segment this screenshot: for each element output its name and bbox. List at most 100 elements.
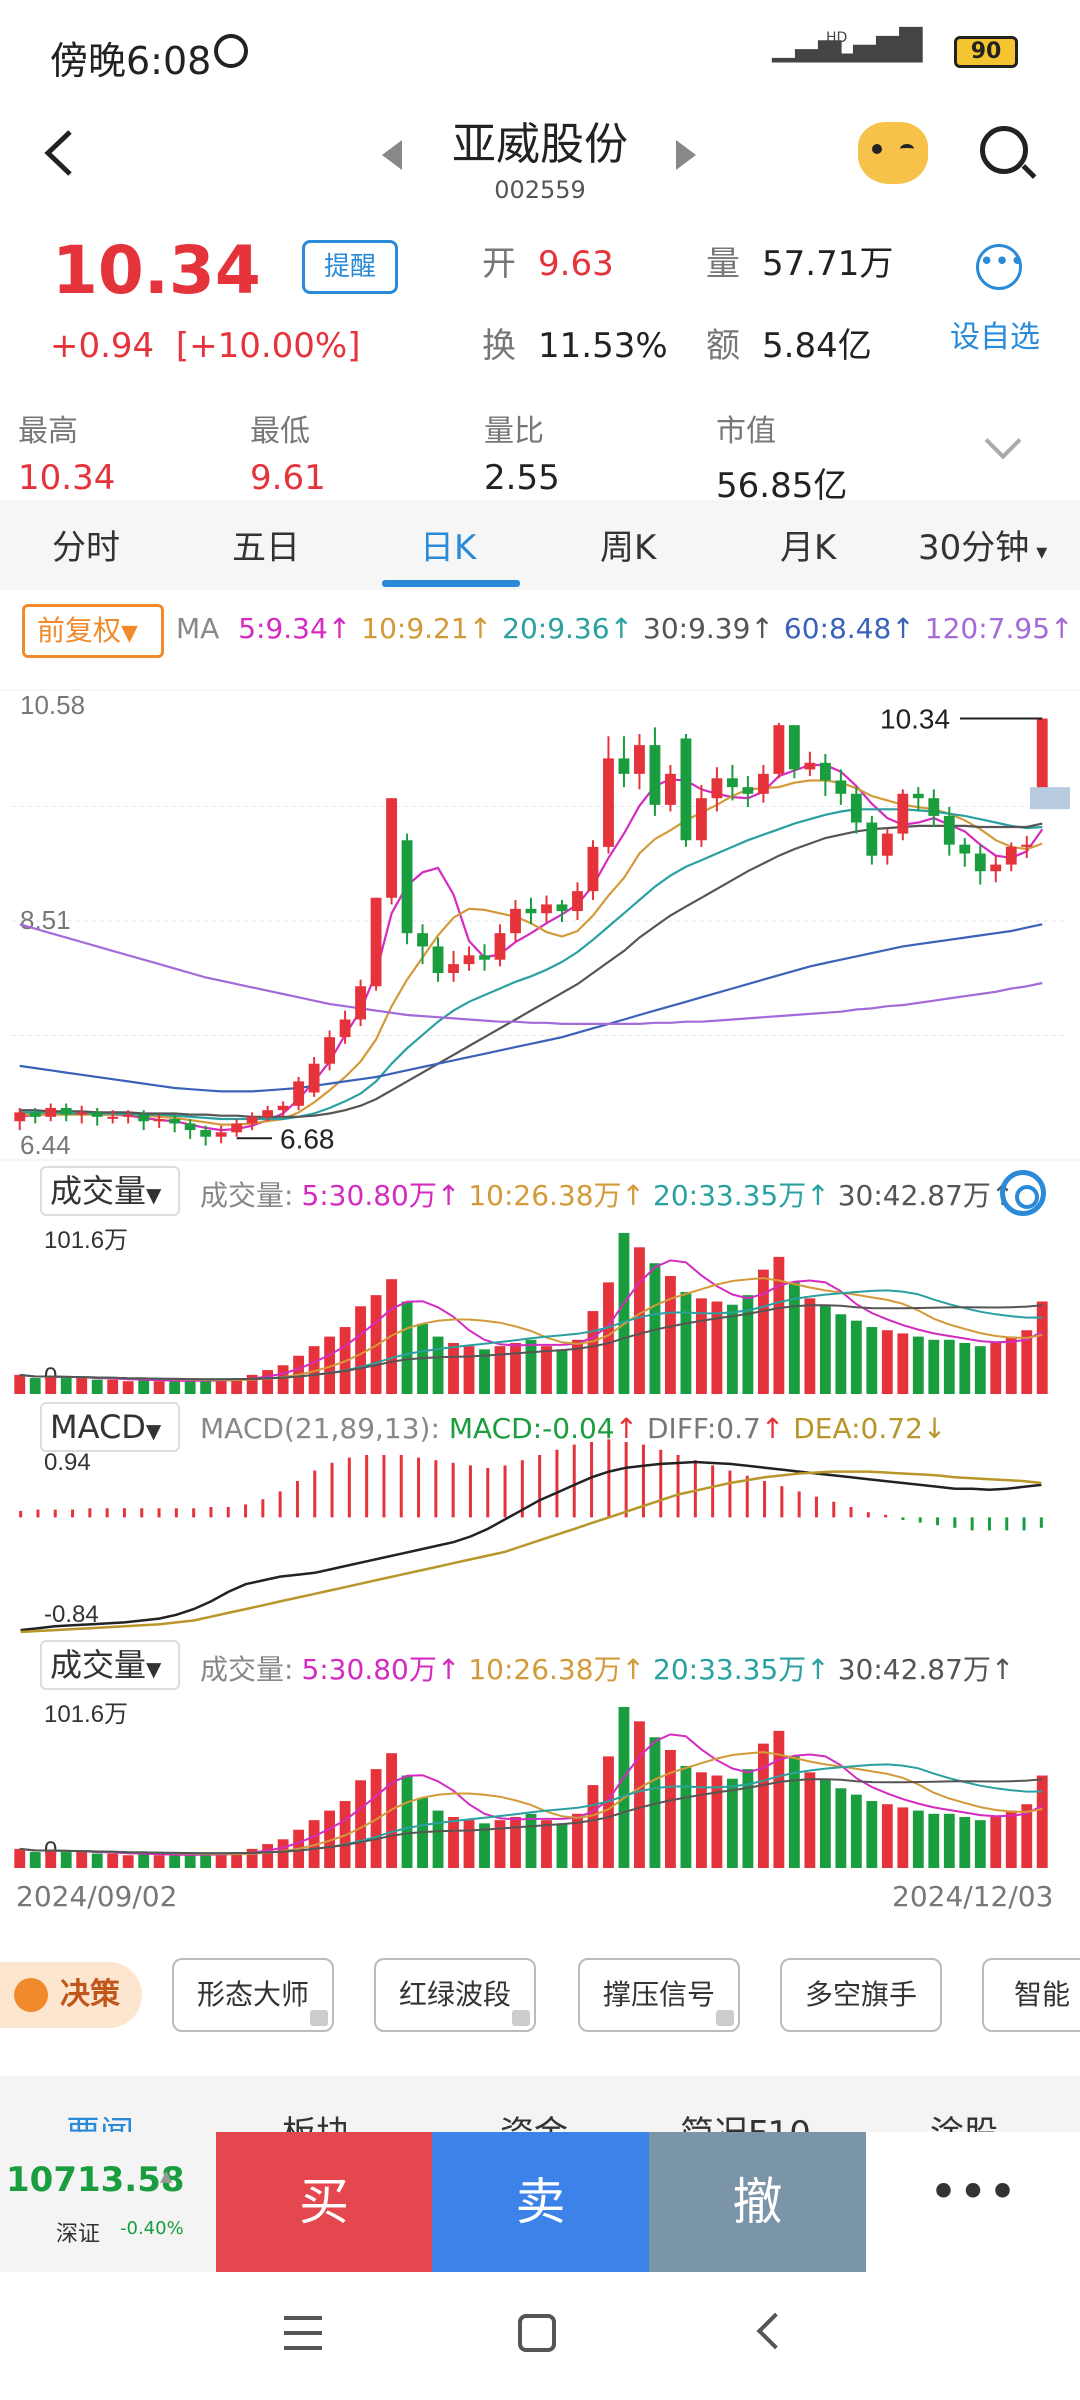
more-button[interactable]: ••• (866, 2132, 1080, 2272)
macd-hist-bar (693, 1460, 697, 1518)
candle-body (835, 780, 847, 794)
volume-panel-2-bar (866, 1801, 878, 1868)
candle-body (386, 798, 397, 898)
candle-body (974, 853, 986, 872)
volume-panel-bar (881, 1330, 893, 1394)
chip-red-green-band[interactable]: 红绿波段 (374, 1958, 536, 2032)
stat-low: 最低 9.61 (250, 414, 326, 498)
ma-line-ma120 (19, 923, 1043, 1025)
ma-legend-item: 20:9.36↑ (502, 612, 634, 645)
battery-icon: 90 (954, 36, 1018, 68)
next-stock-icon[interactable] (676, 140, 696, 170)
candle-body (866, 822, 878, 856)
chip-pattern-master[interactable]: 形态大师 (172, 1958, 334, 2032)
tab-daily-k[interactable]: 日K (420, 520, 476, 569)
candle-body (990, 864, 1002, 872)
candle-body (417, 933, 428, 947)
tab-monthly-k[interactable]: 月K (780, 520, 836, 569)
volume-panel-bar (448, 1342, 459, 1394)
lock-icon (512, 2010, 530, 2026)
prev-stock-icon[interactable] (382, 140, 402, 170)
stat-market-cap: 市值 56.85亿 (716, 414, 848, 506)
volume-panel-2-bar (850, 1794, 862, 1868)
volume-legend-item: 10:26.38万↑ (468, 1179, 645, 1212)
volume-panel-2-bar (14, 1848, 26, 1868)
volume-panel-2-bar (587, 1785, 599, 1868)
volume-panel-bar (153, 1381, 165, 1394)
candle-body (742, 787, 754, 794)
volume-panel-bar (122, 1381, 134, 1394)
candle-body (572, 891, 583, 912)
cancel-order-button[interactable]: 撤 (649, 2132, 866, 2272)
candle-body (293, 1081, 305, 1106)
chip-support-pressure[interactable]: 撑压信号 (578, 1958, 740, 2032)
volume-panel-2-bar (819, 1778, 831, 1868)
tab-weekly-k[interactable]: 周K (600, 520, 656, 569)
volume-legend-item: 10:26.38万↑ (468, 1653, 645, 1686)
tab-five-day[interactable]: 五日 (232, 520, 300, 569)
volume-panel-bar (866, 1327, 878, 1394)
volume-panel-bar (200, 1379, 212, 1394)
ma-legend-item: 120:7.95↑ (924, 612, 1074, 645)
search-icon[interactable] (980, 126, 1028, 174)
volume-panel-bar (850, 1320, 862, 1394)
mascot-icon[interactable] (858, 122, 928, 184)
volume-panel-bar (1036, 1301, 1048, 1394)
ma-line-ma20 (19, 808, 1043, 1121)
volume-panel-bar (680, 1291, 692, 1394)
candle-body (634, 745, 645, 774)
macd-hist-bar (53, 1509, 57, 1518)
volume-panel-bar (556, 1349, 568, 1394)
sell-button[interactable]: 卖 (432, 2132, 649, 2272)
candle-body (432, 946, 444, 973)
volume-panel-bar (773, 1256, 785, 1394)
macd-hist-bar (987, 1517, 991, 1531)
macd-hist-bar (763, 1480, 767, 1518)
candle-body (277, 1105, 289, 1111)
volume-panel-bar (1005, 1336, 1017, 1394)
date-start: 2024/09/02 (16, 1880, 178, 1913)
menu-icon[interactable] (284, 2316, 322, 2350)
macd-hist-bar (174, 1508, 178, 1518)
remind-button[interactable]: 提醒 (302, 240, 398, 294)
volume-panel-2-bar (928, 1813, 940, 1868)
volume-indicator-dropdown-2[interactable]: 成交量▼ (40, 1640, 180, 1690)
add-watchlist-button[interactable]: 设自选 (950, 312, 1040, 356)
decision-button[interactable]: 决策 (0, 1962, 142, 2028)
volume-panel-2-bar (943, 1813, 955, 1868)
macd-hist-bar (330, 1462, 334, 1518)
buy-button[interactable]: 买 (216, 2132, 432, 2272)
candle-body (339, 1019, 351, 1038)
tab-minute-dropdown[interactable]: 30分钟 ▾ (918, 520, 1047, 569)
ma-legend-item: 30:9.39↑ (643, 612, 774, 645)
volume-panel-2-bar (1036, 1775, 1048, 1868)
kline-chart[interactable]: 10.588.516.4410.346.68101.6万0101.6万00.94… (0, 672, 1080, 1912)
macd-hist-bar (1039, 1517, 1043, 1528)
home-icon[interactable] (518, 2314, 556, 2352)
candle-body (479, 955, 490, 960)
add-watchlist-icon[interactable]: ••• (976, 244, 1025, 290)
nav-back-icon[interactable] (756, 2312, 794, 2350)
expand-chevron-icon[interactable] (984, 422, 1022, 460)
adjust-dropdown[interactable]: 前复权▼ (22, 604, 164, 658)
volume-panel-bar (603, 1282, 614, 1394)
candle-body (494, 933, 506, 960)
macd-indicator-dropdown[interactable]: MACD▼ (40, 1402, 180, 1452)
volume-indicator-dropdown[interactable]: 成交量▼ (40, 1166, 180, 1216)
candle-body (695, 798, 707, 841)
volume-panel-2-bar (463, 1820, 475, 1868)
macd-dea-line (20, 1470, 1042, 1634)
volume-panel-2-bar (912, 1810, 924, 1868)
candle-body (153, 1119, 165, 1122)
volume-panel-bar (45, 1376, 57, 1394)
tab-intraday[interactable]: 分时 (52, 520, 120, 569)
candle-body (897, 793, 909, 834)
volume-panel-2-bar (634, 1721, 645, 1868)
macd-hist-bar (503, 1465, 507, 1518)
settings-gear-icon[interactable] (1000, 1170, 1046, 1216)
candle-body (107, 1116, 119, 1119)
chip-smart[interactable]: 智能 (982, 1958, 1080, 2032)
high-marker-label: 10.34 (880, 704, 950, 735)
chip-bull-bear-flag[interactable]: 多空旗手 (780, 1958, 942, 2032)
index-widget[interactable]: 10713.58 ▲ 深证 -0.40% (0, 2132, 216, 2272)
